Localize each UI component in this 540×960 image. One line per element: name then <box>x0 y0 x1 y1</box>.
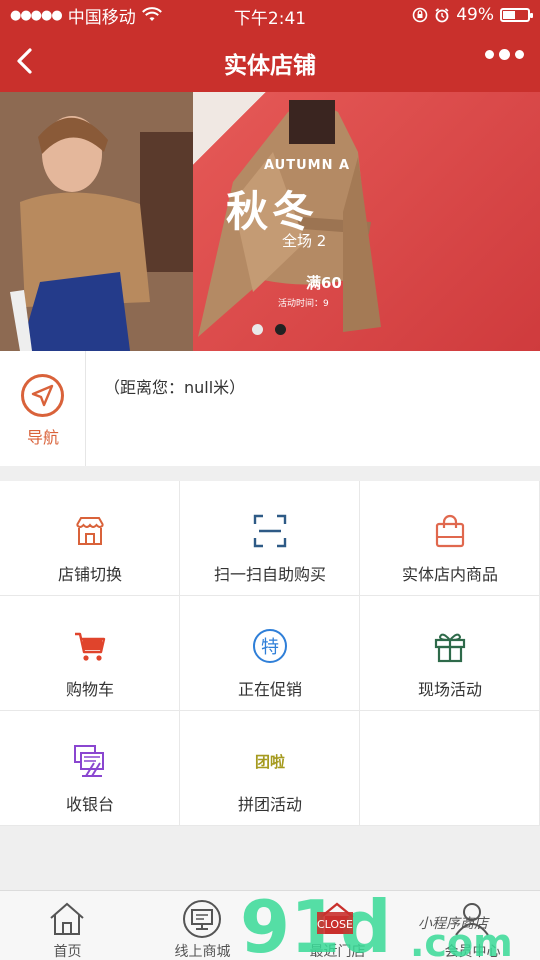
distance-text: （距离您：null米） <box>104 378 246 397</box>
more-dot <box>499 49 510 60</box>
navigation-arrow-icon <box>31 384 54 407</box>
status-right: 49% <box>412 0 533 30</box>
svg-text:特: 特 <box>261 637 279 658</box>
tab-member-center[interactable]: 会员中心 <box>405 891 540 960</box>
rotation-lock-icon <box>412 7 428 23</box>
grid-item-label: 正在促销 <box>237 680 302 699</box>
banner-pager <box>252 324 286 335</box>
store-info: 导航 （距离您：null米） <box>0 351 540 466</box>
navigation-button[interactable]: 导航 <box>0 351 86 466</box>
grid-item-label: 扫一扫自助购买 <box>213 565 326 584</box>
group-buy-icon: 团啦 <box>255 753 285 771</box>
tab-home[interactable]: 首页 <box>0 891 135 960</box>
scan-icon <box>253 514 287 548</box>
grid-item-cart[interactable]: 购物车 <box>0 596 180 711</box>
model-photo <box>0 92 193 351</box>
grid-item-store-goods[interactable]: 实体店内商品 <box>360 481 540 596</box>
tab-label: 会员中心 <box>444 944 501 960</box>
grid-item-label: 收银台 <box>65 795 114 814</box>
storefront-icon <box>76 517 104 545</box>
grid-item-label: 实体店内商品 <box>401 565 498 584</box>
grid-item-store-switch[interactable]: 店铺切换 <box>0 481 180 596</box>
home-icon <box>50 902 84 935</box>
page-title: 实体店铺 <box>224 53 316 79</box>
pager-dot-active[interactable] <box>275 324 286 335</box>
more-dot <box>515 50 524 59</box>
tab-nearby-store[interactable]: 最近门店 <box>270 891 405 960</box>
grid-item-empty <box>360 711 540 826</box>
gift-icon <box>434 633 466 663</box>
alarm-icon <box>435 8 449 23</box>
battery-icon <box>500 8 533 22</box>
tab-label: 首页 <box>53 944 82 960</box>
grid-item-group-buy[interactable]: 团啦 拼团活动 <box>180 711 360 826</box>
navigation-label: 导航 <box>26 428 59 447</box>
navigation-circle <box>21 374 64 417</box>
grid-item-cashier[interactable]: 收银台 <box>0 711 180 826</box>
promo-banner[interactable]: AUTUMN A 秋冬 全场 2 满60 活动时间：9 <box>0 92 540 351</box>
pager-dot[interactable] <box>252 324 263 335</box>
status-bar: ●●●●● 中国移动 下午2:41 49% <box>0 0 540 30</box>
more-dot <box>485 50 494 59</box>
nav-bar: 实体店铺 <box>0 30 540 92</box>
banner-sub-text: 全场 2 <box>282 232 327 250</box>
function-grid: 店铺切换 扫一扫自助购买 实体店内商品 购物车 特 正在促销 现场活动 收银台 … <box>0 481 540 826</box>
grid-item-label: 拼团活动 <box>237 795 302 814</box>
grid-item-scan-buy[interactable]: 扫一扫自助购买 <box>180 481 360 596</box>
tab-bar: 首页 线上商城 最近门店 会员中心 <box>0 890 540 960</box>
tab-label: 最近门店 <box>309 944 366 960</box>
battery-percent: 49% <box>456 5 494 25</box>
grid-item-label: 现场活动 <box>417 680 482 699</box>
tab-label: 线上商城 <box>174 944 231 960</box>
special-offer-icon: 特 <box>253 629 287 663</box>
cashier-icon <box>74 745 104 777</box>
grid-item-promotion[interactable]: 特 正在促销 <box>180 596 360 711</box>
banner-en-text: AUTUMN A <box>264 158 351 173</box>
cart-icon <box>75 632 106 661</box>
banner-time-text: 活动时间：9 <box>278 299 329 309</box>
grid-item-label: 店铺切换 <box>57 565 122 584</box>
group-buy-badge: 团啦 <box>255 753 285 771</box>
monitor-icon <box>183 900 221 938</box>
shopping-bag-icon <box>435 514 465 548</box>
user-icon <box>455 903 489 936</box>
store-icon <box>320 902 354 934</box>
banner-sub-text-2: 满60 <box>306 274 342 292</box>
grid-item-live-event[interactable]: 现场活动 <box>360 596 540 711</box>
tab-online-mall[interactable]: 线上商城 <box>135 891 270 960</box>
grid-item-label: 购物车 <box>65 680 114 699</box>
more-button[interactable] <box>485 49 524 60</box>
